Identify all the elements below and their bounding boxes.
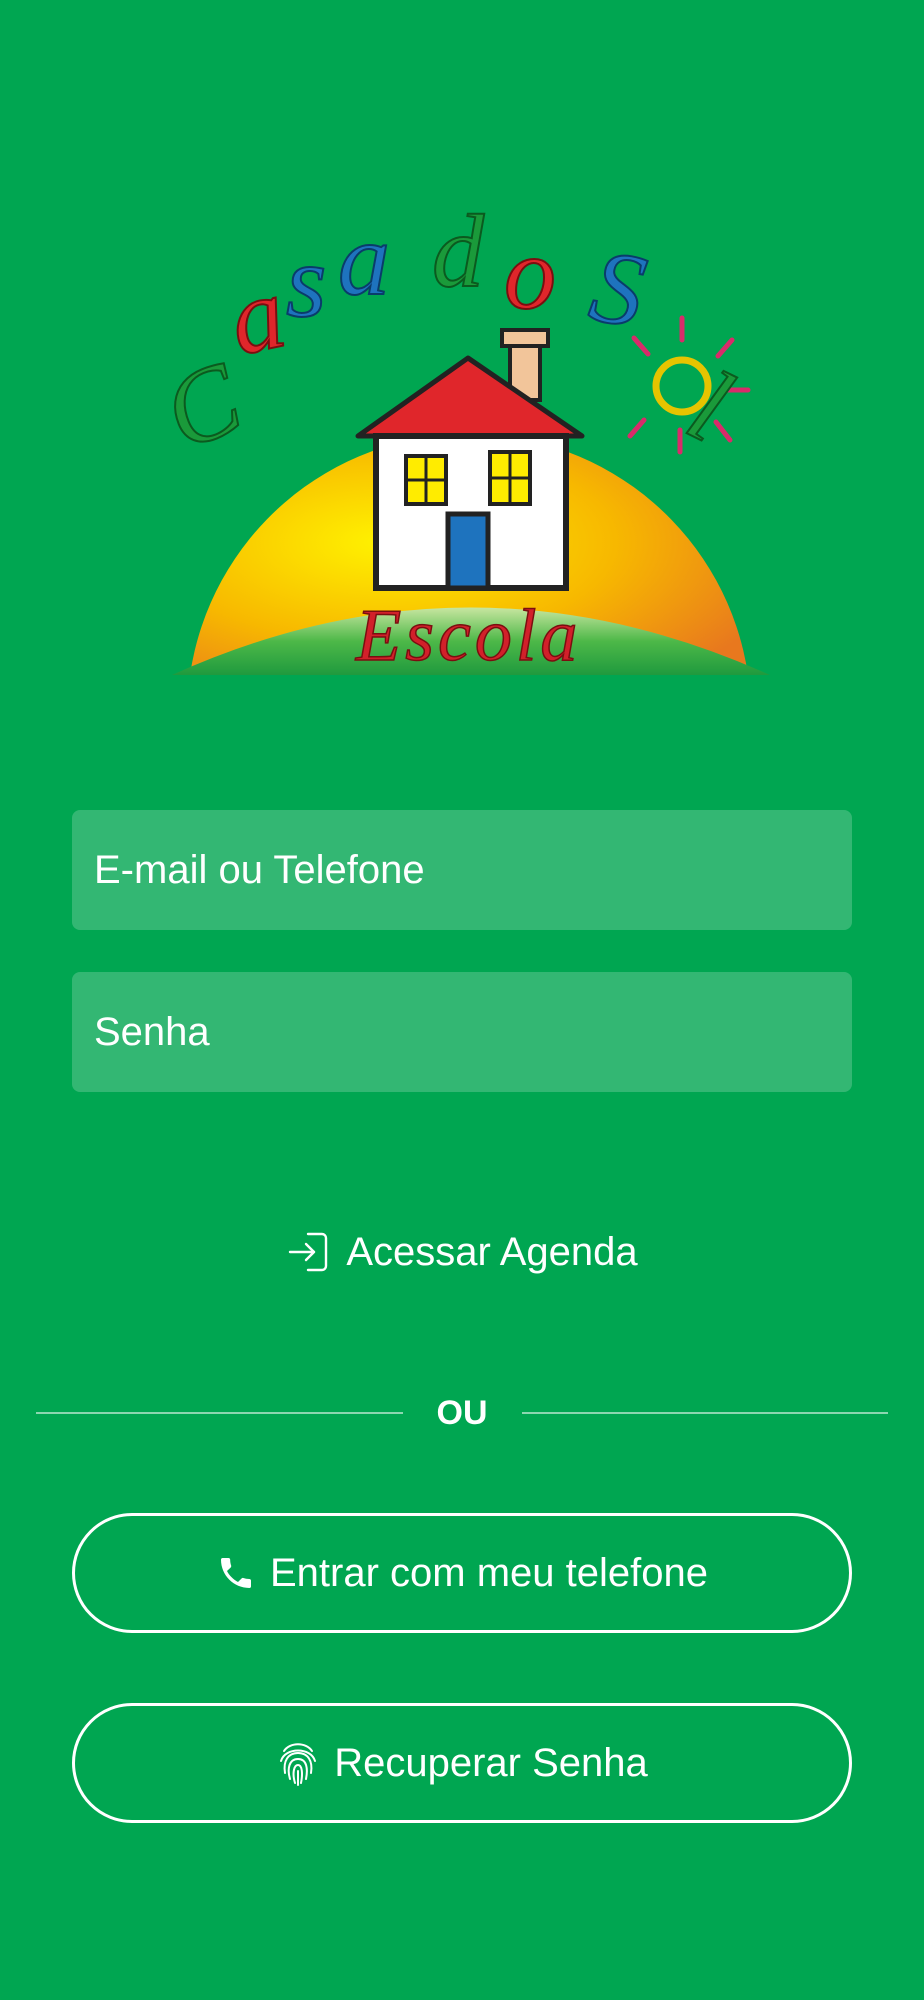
login-icon [286,1230,330,1274]
recover-password-label: Recuperar Senha [334,1740,648,1785]
phone-login-button[interactable]: Entrar com meu telefone [72,1513,852,1633]
or-divider: OU [36,1388,888,1438]
svg-text:a: a [338,202,390,317]
email-field[interactable] [72,810,852,930]
email-input[interactable] [94,847,852,893]
or-label: OU [436,1393,488,1432]
casa-do-sol-logo: C a s a d o S l Escola [148,190,770,680]
access-agenda-label: Acessar Agenda [346,1229,638,1274]
password-input[interactable] [94,1009,852,1055]
phone-icon [216,1551,256,1595]
svg-text:a: a [220,254,295,377]
svg-text:S: S [582,228,653,350]
access-agenda-button[interactable]: Acessar Agenda [0,1220,924,1284]
svg-text:Escola: Escola [355,595,581,677]
svg-text:d: d [432,194,485,309]
password-field[interactable] [72,972,852,1092]
recover-password-button[interactable]: Recuperar Senha [72,1703,852,1823]
svg-text:o: o [504,216,556,331]
divider-line-right [521,1412,888,1414]
divider-line-left [36,1412,403,1414]
fingerprint-icon [276,1739,320,1787]
phone-login-label: Entrar com meu telefone [270,1550,708,1595]
svg-text:s: s [286,224,326,339]
svg-text:l: l [672,348,748,464]
